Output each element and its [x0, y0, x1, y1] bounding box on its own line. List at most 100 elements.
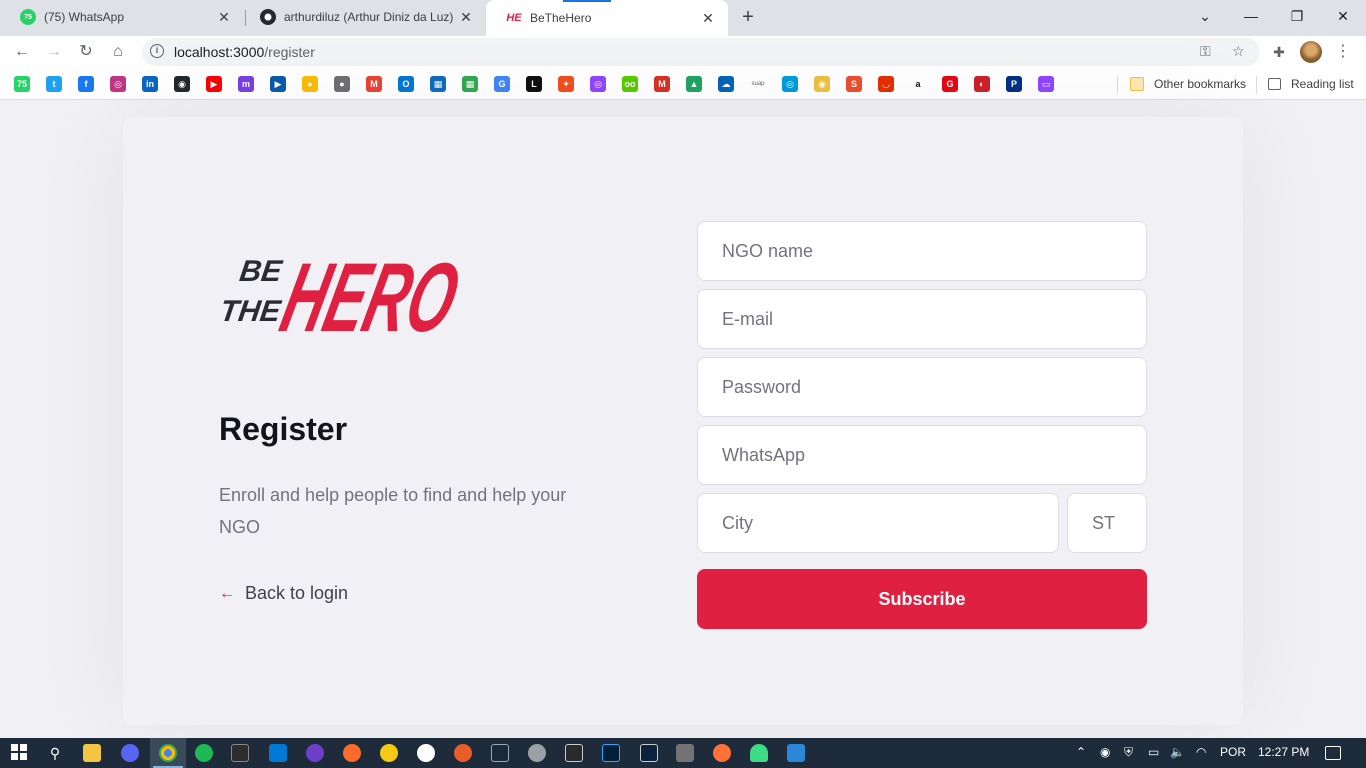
- bookmark-calendar-icon[interactable]: ▦: [430, 76, 446, 92]
- bookmark-emoji-icon[interactable]: ◉: [814, 76, 830, 92]
- bookmark-amazon-icon[interactable]: a: [910, 76, 926, 92]
- chrome-icon[interactable]: [159, 744, 177, 762]
- password-input[interactable]: [697, 357, 1147, 417]
- bookmark-gmail-icon[interactable]: M: [366, 76, 382, 92]
- photoshop-icon[interactable]: [602, 744, 620, 762]
- file-explorer-icon[interactable]: [83, 744, 101, 762]
- bookmark-facebook-icon[interactable]: f: [78, 76, 94, 92]
- address-url[interactable]: localhost:3000/register: [174, 44, 315, 60]
- bookmark-figma-icon[interactable]: ✦: [558, 76, 574, 92]
- show-hidden-icons-icon[interactable]: ⌃: [1076, 745, 1086, 759]
- bookmark-translate-icon[interactable]: G: [494, 76, 510, 92]
- firefox-icon[interactable]: [713, 744, 731, 762]
- subscribe-button[interactable]: Subscribe: [697, 569, 1147, 629]
- close-tab-icon[interactable]: ✕: [458, 9, 474, 26]
- tab-title: (75) WhatsApp: [44, 10, 125, 24]
- close-tab-icon[interactable]: ✕: [700, 10, 716, 27]
- spotify-icon[interactable]: [195, 744, 213, 762]
- windows-start-icon[interactable]: [11, 744, 29, 762]
- bookmark-outlook-icon[interactable]: O: [398, 76, 414, 92]
- calculator-icon[interactable]: [676, 744, 694, 762]
- extensions-icon[interactable]: ✚: [1271, 44, 1287, 60]
- defender-icon[interactable]: ⛨: [1124, 745, 1133, 760]
- star-icon[interactable]: ☆: [1232, 43, 1245, 60]
- reading-list-button[interactable]: Reading list: [1268, 76, 1354, 92]
- tab-whatsapp[interactable]: 75 (75) WhatsApp ✕: [0, 0, 244, 34]
- home-icon[interactable]: ⌂: [106, 40, 130, 64]
- discord-tray-icon[interactable]: ◉: [1100, 745, 1110, 759]
- address-bar[interactable]: i localhost:3000/register ⚿ ☆: [142, 38, 1260, 66]
- bookmark-twitch-alt-icon[interactable]: ◎: [590, 76, 606, 92]
- taskbar-clock[interactable]: 12:27 PM: [1258, 745, 1309, 759]
- steam-icon[interactable]: [491, 744, 509, 762]
- bookmark-gmaps-icon[interactable]: G: [942, 76, 958, 92]
- volume-icon[interactable]: 🔈: [1170, 745, 1185, 759]
- whatsapp-input[interactable]: [697, 425, 1147, 485]
- tab-search-icon[interactable]: ⌄: [1190, 4, 1220, 28]
- bookmark-whatsapp-icon[interactable]: 75: [14, 76, 30, 92]
- android-studio-icon[interactable]: [750, 744, 768, 762]
- gitkraken-icon[interactable]: [454, 744, 472, 762]
- key-icon[interactable]: ⚿: [1200, 43, 1211, 60]
- postman-icon[interactable]: [343, 744, 361, 762]
- forward-icon[interactable]: →: [42, 40, 66, 64]
- bookmark-classroom-icon[interactable]: ▦: [462, 76, 478, 92]
- mongodb-compass-icon[interactable]: [417, 744, 435, 762]
- bookmark-tool-icon[interactable]: ◎: [782, 76, 798, 92]
- state-input[interactable]: [1067, 493, 1147, 553]
- bookmark-shopee-icon[interactable]: S: [846, 76, 862, 92]
- bookmark-play-icon[interactable]: ▶: [270, 76, 286, 92]
- minimize-button[interactable]: —: [1236, 4, 1266, 28]
- site-info-icon[interactable]: i: [150, 44, 164, 58]
- tab-bethehero[interactable]: HE BeTheHero ✕: [486, 0, 728, 36]
- bookmark-instagram-icon[interactable]: ◎: [110, 76, 126, 92]
- wifi-icon[interactable]: ◠: [1196, 745, 1206, 759]
- bookmark-mastodon-icon[interactable]: m: [238, 76, 254, 92]
- github-desktop-icon[interactable]: [306, 744, 324, 762]
- other-bookmarks-folder[interactable]: Other bookmarks: [1130, 76, 1246, 92]
- bookmark-youtube-icon[interactable]: ▶: [206, 76, 222, 92]
- beekeeper-icon[interactable]: [380, 744, 398, 762]
- city-input[interactable]: [697, 493, 1059, 553]
- ngo-name-input[interactable]: [697, 221, 1147, 281]
- photos-icon[interactable]: [787, 744, 805, 762]
- virtualbox-icon[interactable]: [640, 744, 658, 762]
- bookmark-duolingo-icon[interactable]: oo: [622, 76, 638, 92]
- close-window-button[interactable]: ✕: [1328, 4, 1358, 28]
- whatsapp-icon: 75: [20, 9, 36, 25]
- bookmark-notion-icon[interactable]: L: [526, 76, 542, 92]
- reading-list-icon: [1268, 78, 1281, 90]
- bookmark-twitter-icon[interactable]: t: [46, 76, 62, 92]
- language-indicator[interactable]: POR: [1220, 745, 1246, 759]
- bookmark-drive-icon[interactable]: ▲: [686, 76, 702, 92]
- bookmark-linkedin-icon[interactable]: in: [142, 76, 158, 92]
- bookmark-paypal-icon[interactable]: P: [1006, 76, 1022, 92]
- back-to-login-link[interactable]: ← Back to login: [219, 583, 348, 604]
- obs-icon[interactable]: [528, 744, 546, 762]
- bookmark-meet-icon[interactable]: M: [654, 76, 670, 92]
- bookmark-rocketseat-icon[interactable]: ◐: [974, 76, 990, 92]
- bookmark-twitch-icon[interactable]: ▭: [1038, 76, 1054, 92]
- tab-github[interactable]: arthurdiluz (Arthur Diniz da Luz) ✕: [240, 0, 486, 34]
- search-icon[interactable]: ⚲: [46, 744, 64, 762]
- battery-icon[interactable]: ▭: [1148, 745, 1159, 759]
- discord-icon[interactable]: [121, 744, 139, 762]
- browser-menu-icon[interactable]: ⋮: [1335, 40, 1351, 64]
- reload-icon[interactable]: ↻: [74, 40, 98, 64]
- vscode-icon[interactable]: [269, 744, 287, 762]
- bookmark-keep-icon[interactable]: ●: [302, 76, 318, 92]
- new-tab-button[interactable]: +: [738, 5, 758, 29]
- profile-avatar[interactable]: [1300, 41, 1322, 63]
- epic-games-icon[interactable]: [565, 744, 583, 762]
- back-icon[interactable]: ←: [10, 40, 34, 64]
- bookmark-aliexpress-icon[interactable]: ◡: [878, 76, 894, 92]
- close-tab-icon[interactable]: ✕: [216, 9, 232, 26]
- terminal-icon[interactable]: [231, 744, 249, 762]
- bookmark-onedrive-icon[interactable]: ☁: [718, 76, 734, 92]
- bookmark-apple-icon[interactable]: ●: [334, 76, 350, 92]
- restore-button[interactable]: ❐: [1282, 4, 1312, 28]
- email-input[interactable]: [697, 289, 1147, 349]
- bookmark-suap-icon[interactable]: suap: [750, 76, 766, 92]
- notifications-icon[interactable]: [1325, 746, 1341, 760]
- bookmark-github-icon[interactable]: ◉: [174, 76, 190, 92]
